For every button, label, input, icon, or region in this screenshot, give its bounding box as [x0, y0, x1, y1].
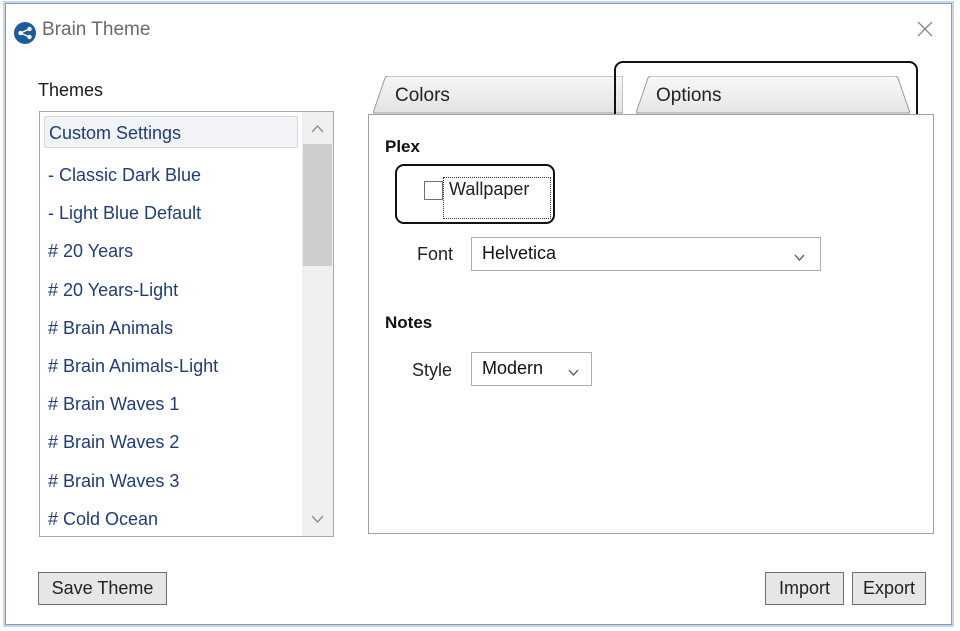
brain-theme-dialog: Brain Theme Themes Custom Settings - Cla…	[5, 3, 952, 625]
style-label: Style	[412, 360, 453, 380]
save-theme-button[interactable]: Save Theme	[38, 572, 167, 605]
list-item-selected[interactable]: Custom Settings	[44, 116, 298, 148]
close-icon[interactable]	[910, 14, 940, 44]
themes-label: Themes	[38, 80, 104, 100]
tab-colors-label: Colors	[395, 85, 450, 106]
tab-colors[interactable]: Colors	[373, 76, 623, 114]
wallpaper-highlight	[395, 164, 555, 224]
list-item[interactable]: # Brain Animals-Light	[48, 347, 218, 385]
list-item[interactable]: # Cold Ocean	[48, 500, 158, 536]
scroll-down-arrow-icon[interactable]	[310, 512, 325, 524]
style-select-value: Modern	[482, 358, 544, 378]
list-item[interactable]: # Brain Animals	[48, 309, 173, 347]
notes-heading: Notes	[385, 313, 433, 332]
brain-logo-icon	[14, 22, 36, 44]
list-item[interactable]: - Light Blue Default	[48, 194, 201, 232]
list-item[interactable]: # 20 Years	[48, 232, 133, 270]
plex-heading: Plex	[385, 137, 420, 156]
themes-scrollbar[interactable]	[302, 112, 333, 536]
list-item[interactable]: # Brain Waves 1	[48, 385, 179, 423]
themes-list[interactable]: Custom Settings - Classic Dark Blue - Li…	[39, 111, 334, 537]
title-bar: Brain Theme	[6, 4, 951, 56]
import-button[interactable]: Import	[765, 572, 844, 605]
font-select[interactable]: Helvetica	[471, 237, 821, 271]
style-select[interactable]: Modern	[471, 352, 592, 386]
scroll-thumb[interactable]	[303, 144, 332, 266]
font-select-value: Helvetica	[482, 243, 557, 263]
chevron-down-icon	[568, 364, 579, 376]
export-button[interactable]: Export	[852, 572, 926, 605]
list-item[interactable]: # Brain Waves 2	[48, 423, 179, 461]
list-item[interactable]: # 20 Years-Light	[48, 271, 178, 309]
font-label: Font	[417, 244, 454, 264]
chevron-down-icon	[794, 249, 805, 261]
list-item[interactable]: - Classic Dark Blue	[48, 156, 201, 194]
scroll-up-arrow-icon[interactable]	[310, 122, 325, 134]
list-item[interactable]: # Brain Waves 3	[48, 462, 179, 500]
window-title: Brain Theme	[42, 19, 151, 40]
